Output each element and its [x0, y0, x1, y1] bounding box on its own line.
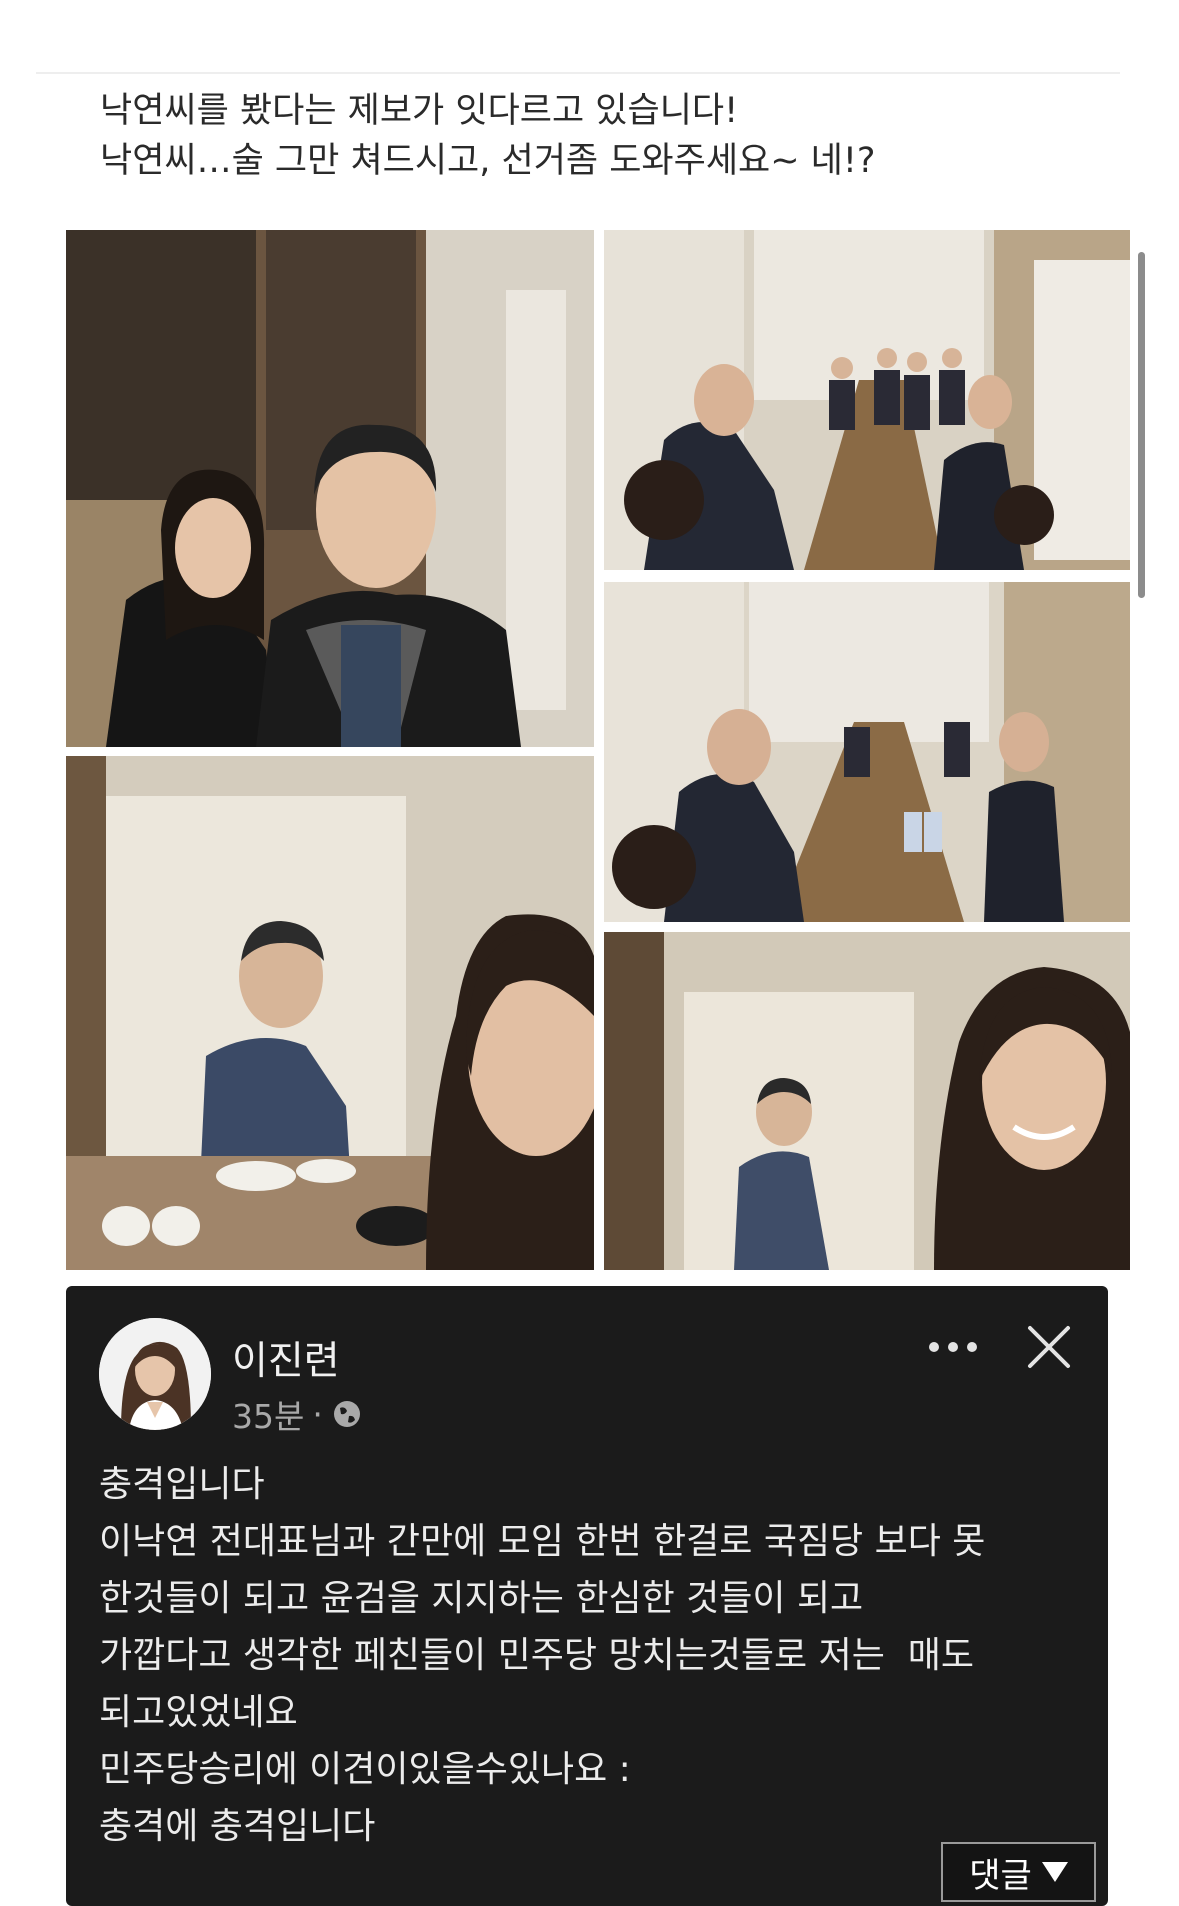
author-avatar-image	[99, 1318, 211, 1430]
photo-couple-portrait-image	[66, 230, 594, 747]
author-avatar[interactable]	[99, 1318, 211, 1430]
photo-couple-portrait[interactable]	[66, 230, 594, 747]
comment-button[interactable]: 댓글	[941, 1842, 1096, 1902]
photo-group-dinner-top-image	[604, 230, 1130, 570]
caret-down-icon	[1041, 1862, 1068, 1882]
meta-separator: ·	[312, 1394, 323, 1434]
post-line-5: 되고있었네요	[99, 1692, 298, 1733]
caption-line-1: 낙연씨를 봤다는 제보가 잇다르고 있습니다!	[100, 91, 739, 131]
post-line-6: 민주당승리에 이견이있을수있나요 :	[99, 1749, 631, 1790]
photo-selfie-right-image	[604, 932, 1130, 1270]
close-icon[interactable]	[1024, 1322, 1074, 1372]
photo-selfie-right[interactable]	[604, 932, 1130, 1270]
post-line-4: 가깝다고 생각한 페친들이 민주당 망치는것들로 저는 매도	[99, 1635, 974, 1676]
post-caption: 낙연씨를 봤다는 제보가 잇다르고 있습니다! 낙연씨…술 그만 쳐드시고, 선…	[100, 86, 1100, 186]
photo-group-dinner-side-image	[604, 582, 1130, 922]
post-time[interactable]: 35분	[232, 1390, 304, 1438]
more-options-icon[interactable]	[924, 1330, 982, 1364]
caption-line-2: 낙연씨…술 그만 쳐드시고, 선거좀 도와주세요~ 네!?	[100, 141, 876, 181]
post-line-3: 한것들이 되고 윤검을 지지하는 한심한 것들이 되고	[99, 1578, 864, 1619]
post-meta: 35분 ·	[232, 1390, 363, 1438]
post-line-2: 이낙연 전대표님과 간만에 모임 한번 한걸로 국짐당 보다 못	[99, 1521, 986, 1562]
photo-selfie-left-image	[66, 756, 594, 1270]
post-line-1: 충격입니다	[99, 1464, 265, 1505]
globe-icon	[333, 1401, 360, 1427]
photo-group-dinner-top[interactable]	[604, 230, 1130, 570]
post-body: 충격입니다 이낙연 전대표님과 간만에 모임 한번 한걸로 국짐당 보다 못 한…	[99, 1456, 1089, 1855]
photo-group-dinner-side[interactable]	[604, 582, 1130, 922]
page-scrollbar[interactable]	[1138, 252, 1145, 598]
photo-selfie-left[interactable]	[66, 756, 594, 1270]
top-divider	[36, 72, 1120, 74]
comment-button-label: 댓글	[969, 1855, 1032, 1896]
post-author-name[interactable]: 이진련	[232, 1330, 340, 1386]
